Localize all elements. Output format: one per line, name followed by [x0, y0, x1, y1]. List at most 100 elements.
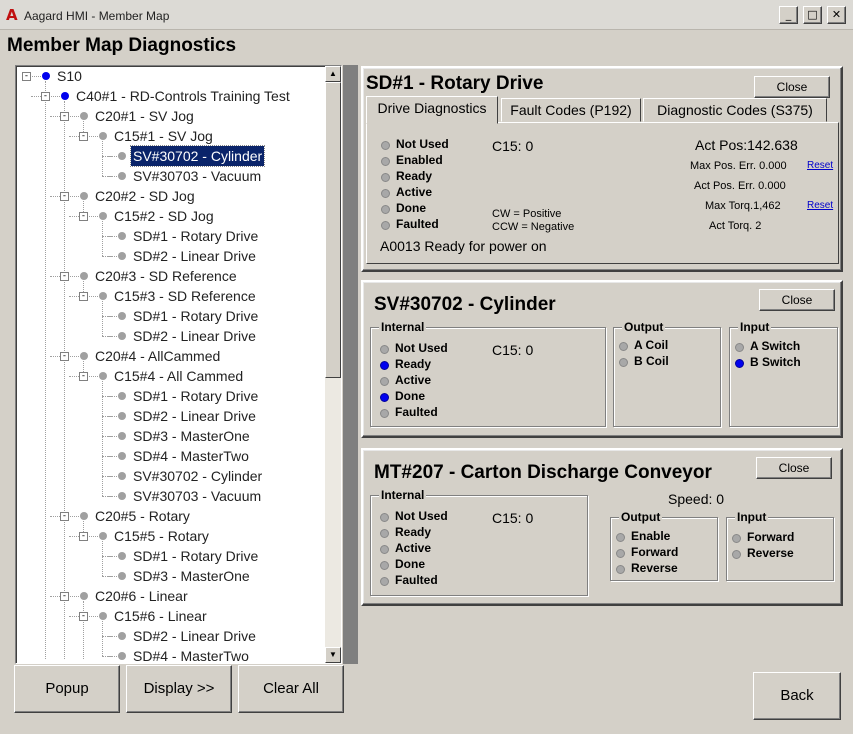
sv-internal-label: Faulted: [395, 405, 438, 419]
tree-node[interactable]: SV#30702 - Cylinder: [16, 466, 316, 486]
tree-collapse-icon[interactable]: -: [60, 112, 69, 121]
tree-node-label: SD#3 - MasterOne: [133, 428, 250, 444]
tree-node[interactable]: - C20#4 - AllCammed: [16, 346, 316, 366]
tree-node[interactable]: SD#2 - Linear Drive: [16, 626, 316, 646]
tree-collapse-icon[interactable]: -: [79, 372, 88, 381]
tree-collapse-icon[interactable]: -: [60, 352, 69, 361]
tree-node-label: SD#2 - Linear Drive: [133, 408, 256, 424]
status-dot-icon: [118, 332, 126, 340]
tree-node[interactable]: - C15#3 - SD Reference: [16, 286, 316, 306]
tree-node[interactable]: SD#4 - MasterTwo: [16, 446, 316, 466]
tree-node[interactable]: - C40#1 - RD-Controls Training Test: [16, 86, 316, 106]
sd-status-label: Enabled: [396, 153, 443, 167]
tree-node[interactable]: SD#1 - Rotary Drive: [16, 546, 316, 566]
tree-node[interactable]: - C15#5 - Rotary: [16, 526, 316, 546]
sd-act-pos: Act Pos:142.638: [695, 137, 798, 153]
tree-collapse-icon[interactable]: -: [79, 212, 88, 221]
tree-node[interactable]: - C20#2 - SD Jog: [16, 186, 316, 206]
display-button[interactable]: Display >>: [126, 665, 232, 713]
popup-button[interactable]: Popup: [14, 665, 120, 713]
tree-node[interactable]: SV#30703 - Vacuum: [16, 486, 316, 506]
tree-node[interactable]: - C15#1 - SV Jog: [16, 126, 316, 146]
tree-node-label: C20#3 - SD Reference: [95, 268, 237, 284]
tree-scrollbar[interactable]: ▲ ▼: [325, 66, 341, 663]
member-tree[interactable]: - S10- C40#1 - RD-Controls Training Test - C…: [15, 65, 342, 664]
tab-drive[interactable]: Drive Diagnostics: [366, 96, 498, 124]
tree-collapse-icon[interactable]: -: [79, 132, 88, 141]
sv-output-led-icon: [619, 358, 628, 367]
tree-connector-line: [70, 196, 79, 197]
tree-connector-line: [50, 596, 60, 597]
tree-node[interactable]: SD#3 - MasterOne: [16, 566, 316, 586]
tree-connector-line: [108, 576, 117, 577]
tree-node[interactable]: - C15#2 - SD Jog: [16, 206, 316, 226]
tree-node[interactable]: - C15#6 - Linear: [16, 606, 316, 626]
tree-node[interactable]: - C20#6 - Linear: [16, 586, 316, 606]
sv-close-button[interactable]: Close: [759, 289, 835, 311]
tree-node[interactable]: - C20#5 - Rotary: [16, 506, 316, 526]
panel-splitter[interactable]: [343, 65, 358, 664]
sd-status-led-icon: [381, 221, 390, 230]
scroll-thumb[interactable]: [325, 82, 341, 378]
sd-cw-legend: CW = Positive: [492, 208, 562, 220]
tree-connector-line: [51, 96, 60, 97]
tree-node[interactable]: SD#2 - Linear Drive: [16, 406, 316, 426]
sd-act-torq: Act Torq. 2: [709, 220, 762, 232]
tree-node[interactable]: - C15#4 - All Cammed: [16, 366, 316, 386]
tree-node[interactable]: SD#4 - MasterTwo: [16, 646, 316, 663]
sv-internal-label: Done: [395, 389, 425, 403]
tree-collapse-icon[interactable]: -: [79, 532, 88, 541]
tree-node-label: SD#2 - Linear Drive: [133, 328, 256, 344]
tree-node[interactable]: SD#1 - Rotary Drive: [16, 306, 316, 326]
tree-collapse-icon[interactable]: -: [22, 72, 31, 81]
tree-node[interactable]: SD#2 - Linear Drive: [16, 246, 316, 266]
tree-node-label: C15#3 - SD Reference: [114, 288, 256, 304]
tree-node[interactable]: SD#3 - MasterOne: [16, 426, 316, 446]
status-dot-icon: [99, 372, 107, 380]
clear-all-button[interactable]: Clear All: [238, 665, 344, 713]
tree-collapse-icon[interactable]: -: [60, 272, 69, 281]
mt-internal-led-icon: [380, 577, 389, 586]
tree-node[interactable]: SD#1 - Rotary Drive: [16, 226, 316, 246]
mt-input-led-icon: [732, 534, 741, 543]
tree-node[interactable]: SV#30703 - Vacuum: [16, 166, 316, 186]
maximize-button[interactable]: □: [803, 6, 822, 24]
tree-collapse-icon[interactable]: -: [41, 92, 50, 101]
scroll-up-arrow-icon[interactable]: ▲: [325, 66, 341, 82]
close-window-button[interactable]: ✕: [827, 6, 846, 24]
tree-node[interactable]: - C20#3 - SD Reference: [16, 266, 316, 286]
scroll-down-arrow-icon[interactable]: ▼: [325, 647, 341, 663]
mt-internal-led-icon: [380, 561, 389, 570]
tab-fault[interactable]: Fault Codes (P192): [501, 98, 641, 122]
tree-collapse-icon[interactable]: -: [60, 592, 69, 601]
sv-internal-led-icon: [380, 409, 389, 418]
tab-diagnostic[interactable]: Diagnostic Codes (S375): [643, 98, 827, 122]
tree-collapse-icon[interactable]: -: [60, 512, 69, 521]
tree-node[interactable]: SD#1 - Rotary Drive: [16, 386, 316, 406]
tree-node-label: C20#4 - AllCammed: [95, 348, 221, 364]
sd-status-label: Not Used: [396, 137, 449, 151]
tree-connector-line: [89, 616, 98, 617]
tree-node-label: SD#1 - Rotary Drive: [133, 308, 259, 324]
back-button[interactable]: Back: [753, 672, 841, 720]
sd-reset-pos-link[interactable]: Reset: [807, 160, 833, 171]
tree-node[interactable]: SD#2 - Linear Drive: [16, 326, 316, 346]
tree-node[interactable]: - S10: [16, 66, 316, 86]
mt-close-button[interactable]: Close: [756, 457, 832, 479]
tree-collapse-icon[interactable]: -: [60, 192, 69, 201]
mt-c15-value: C15: 0: [492, 510, 534, 526]
minimize-button[interactable]: _: [779, 6, 798, 24]
tree-node[interactable]: - C20#1 - SV Jog: [16, 106, 316, 126]
status-dot-icon: [80, 192, 88, 200]
tree-node[interactable]: SV#30702 - Cylinder: [16, 145, 316, 167]
sd-reset-torq-link[interactable]: Reset: [807, 200, 833, 211]
status-dot-icon: [99, 612, 107, 620]
tree-node-label: SD#4 - MasterTwo: [133, 448, 249, 464]
tree-collapse-icon[interactable]: -: [79, 292, 88, 301]
tree-connector-line: [69, 136, 79, 137]
tree-connector-line: [31, 96, 41, 97]
tree-list: - S10- C40#1 - RD-Controls Training Test - C…: [16, 66, 326, 663]
sd-close-button[interactable]: Close: [754, 76, 830, 98]
sv-internal-led-icon: [380, 361, 389, 370]
tree-collapse-icon[interactable]: -: [79, 612, 88, 621]
